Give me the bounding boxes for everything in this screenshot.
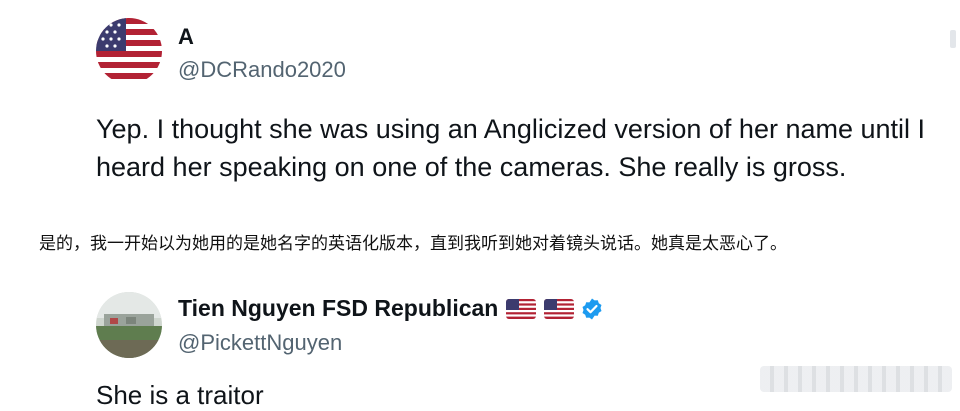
post-text: Yep. I thought she was using an Angliciz… (96, 110, 960, 186)
landscape-photo-avatar[interactable] (96, 292, 162, 358)
us-flag-icon (506, 298, 537, 319)
post-display-name[interactable]: A (178, 24, 194, 50)
translation-caption: 是的，我一开始以为她用的是她名字的英语化版本，直到我听到她对着镜头说话。她真是太… (39, 234, 787, 254)
post-card[interactable]: A @DCRando2020 Yep. I thought she was us… (0, 0, 960, 215)
post-handle[interactable]: @DCRando2020 (178, 57, 346, 83)
reply-text: She is a traitor (96, 380, 264, 410)
post-text-line: heard her speaking on one of the cameras… (96, 152, 847, 182)
post-text-line: Yep. I thought she was using an Angliciz… (96, 114, 926, 144)
reply-handle[interactable]: @PickettNguyen (178, 330, 342, 356)
us-flag-avatar[interactable] (96, 18, 162, 84)
more-options-icon[interactable] (950, 30, 956, 48)
us-flag-icon (544, 298, 575, 319)
watermark (760, 366, 952, 392)
verified-badge-icon[interactable] (580, 297, 604, 321)
reply-display-name[interactable]: Tien Nguyen FSD Republican (178, 295, 498, 322)
reply-name-row: Tien Nguyen FSD Republican (178, 295, 604, 322)
